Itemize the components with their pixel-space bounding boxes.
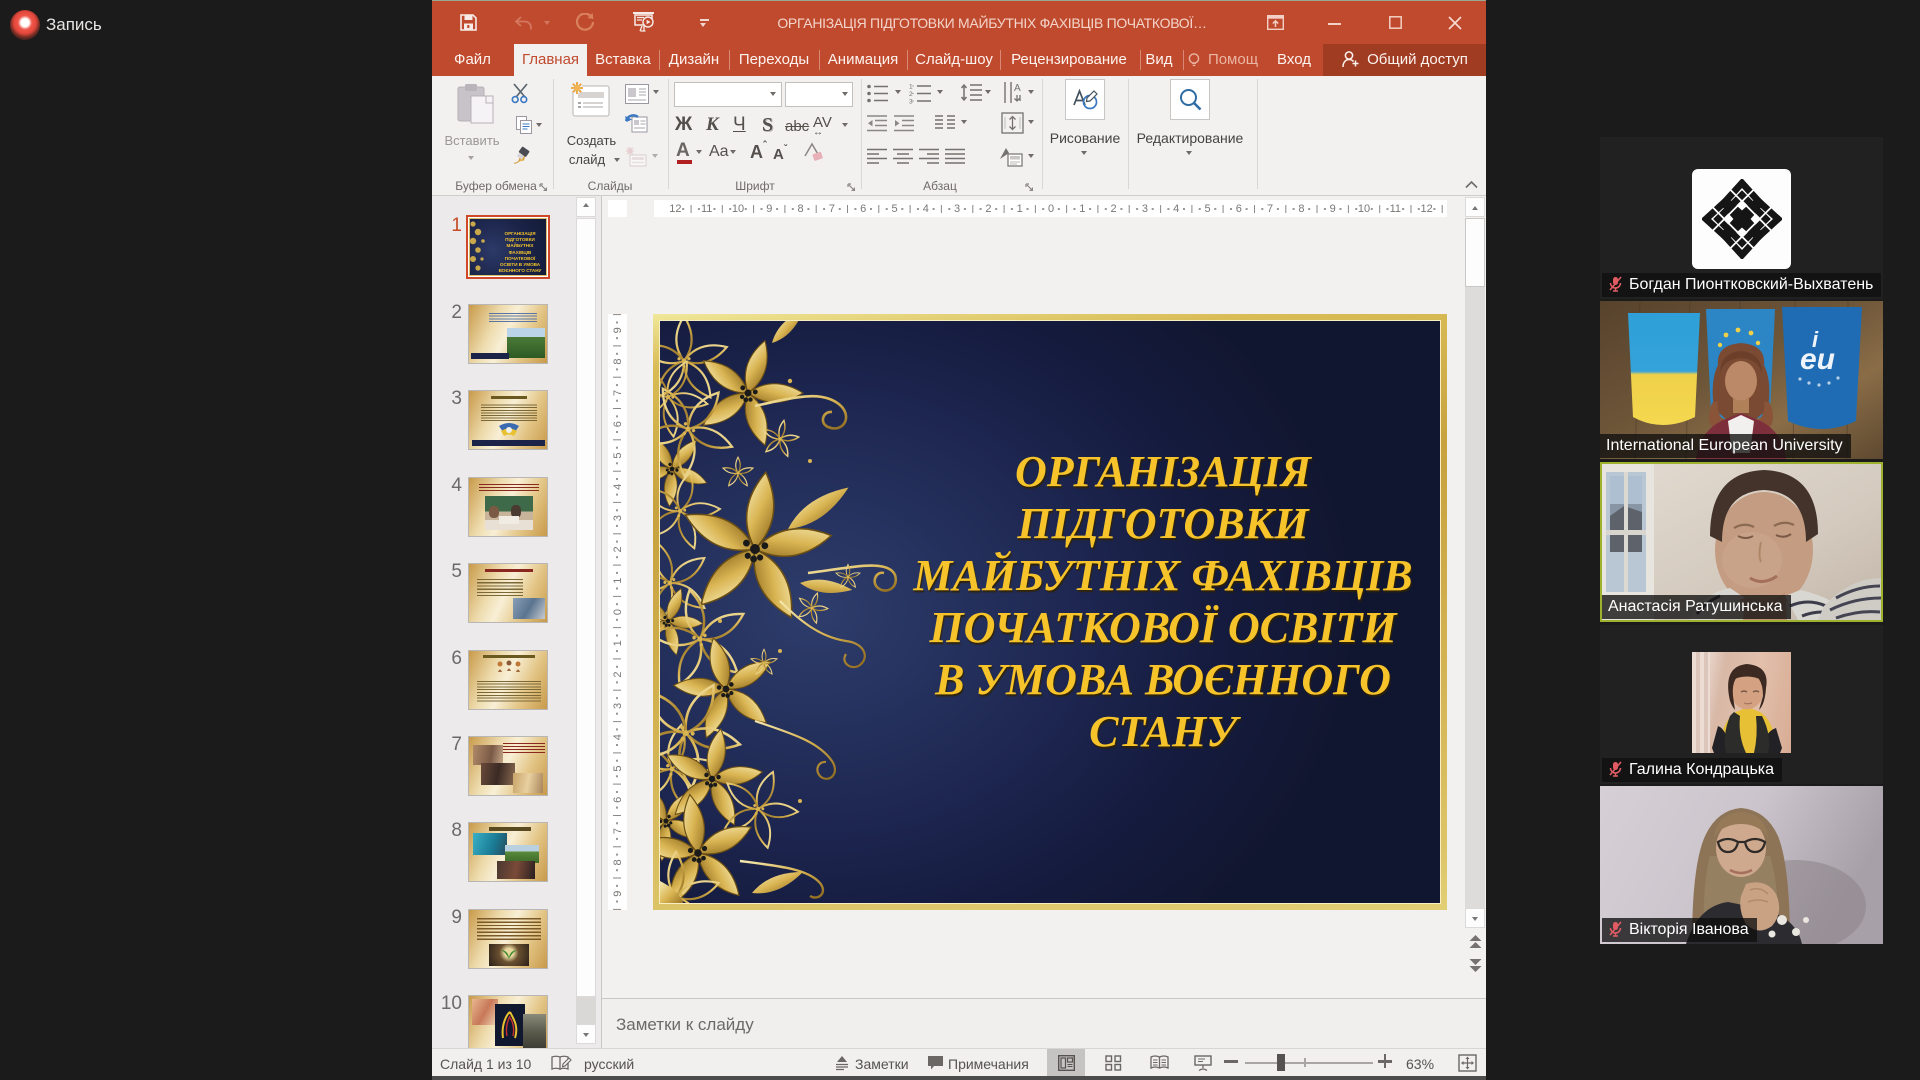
svg-text:5: 5 xyxy=(1204,203,1210,215)
svg-text:8: 8 xyxy=(612,359,624,365)
svg-text:A: A xyxy=(1014,83,1021,94)
svg-text:9: 9 xyxy=(612,327,624,333)
svg-text:9: 9 xyxy=(1330,203,1336,215)
svg-text:3: 3 xyxy=(954,203,960,215)
svg-text:3: 3 xyxy=(909,99,913,105)
svg-text:11: 11 xyxy=(1390,203,1401,215)
svg-text:1: 1 xyxy=(1079,203,1085,215)
svg-text:1: 1 xyxy=(612,640,624,646)
svg-text:9: 9 xyxy=(766,203,772,215)
svg-text:5: 5 xyxy=(612,452,624,458)
svg-text:1: 1 xyxy=(1017,203,1023,215)
svg-text:7: 7 xyxy=(1267,203,1273,215)
svg-text:5: 5 xyxy=(612,765,624,771)
svg-text:0: 0 xyxy=(1048,203,1054,215)
svg-text:10: 10 xyxy=(732,203,744,215)
svg-text:6: 6 xyxy=(860,203,866,215)
svg-text:4: 4 xyxy=(923,203,929,215)
svg-text:1: 1 xyxy=(612,578,624,584)
svg-text:i: i xyxy=(1812,327,1819,352)
svg-text:7: 7 xyxy=(612,828,624,834)
svg-text:9: 9 xyxy=(612,891,624,897)
svg-text:12: 12 xyxy=(1420,203,1432,215)
svg-text:2: 2 xyxy=(1111,203,1117,215)
svg-text:2: 2 xyxy=(909,91,913,98)
svg-text:6: 6 xyxy=(612,797,624,803)
svg-text:4: 4 xyxy=(612,484,624,490)
svg-text:2: 2 xyxy=(612,546,624,552)
svg-text:10: 10 xyxy=(1358,203,1370,215)
svg-text:7: 7 xyxy=(829,203,835,215)
svg-text:3: 3 xyxy=(1142,203,1148,215)
svg-text:6: 6 xyxy=(612,421,624,427)
svg-text:8: 8 xyxy=(1298,203,1304,215)
svg-text:4: 4 xyxy=(1173,203,1179,215)
svg-text:2: 2 xyxy=(985,203,991,215)
svg-text:3: 3 xyxy=(612,703,624,709)
svg-text:11: 11 xyxy=(701,203,712,215)
svg-text:8: 8 xyxy=(798,203,804,215)
svg-text:12: 12 xyxy=(669,203,681,215)
svg-text:8: 8 xyxy=(612,859,624,865)
svg-text:0: 0 xyxy=(612,609,624,615)
svg-text:6: 6 xyxy=(1236,203,1242,215)
svg-text:1: 1 xyxy=(909,84,913,91)
svg-text:2: 2 xyxy=(612,672,624,678)
svg-text:7: 7 xyxy=(612,390,624,396)
svg-text:3: 3 xyxy=(612,515,624,521)
svg-text:4: 4 xyxy=(612,734,624,740)
svg-text:5: 5 xyxy=(891,203,897,215)
